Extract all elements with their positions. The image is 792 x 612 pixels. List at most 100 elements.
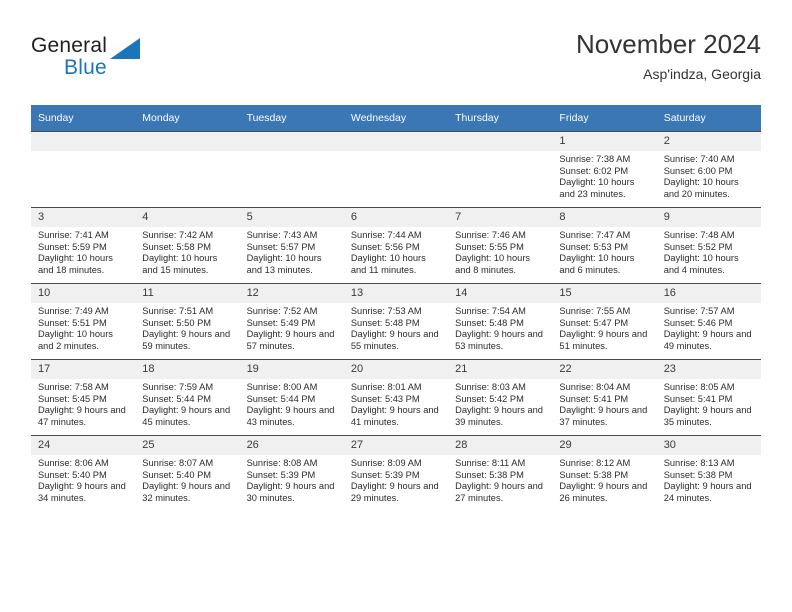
day-number: 25: [135, 436, 240, 455]
day-details: Sunrise: 7:55 AM Sunset: 5:47 PM Daylight:…: [552, 303, 656, 352]
calendar-day-cell[interactable]: 12 Sunrise: 7:52 AM Sunset: 5:49 PM Dayligh…: [239, 283, 344, 360]
calendar-day-cell[interactable]: 23 Sunrise: 8:05 AM Sunset: 5:41 PM Dayligh…: [656, 359, 761, 436]
calendar-day-cell[interactable]: 25 Sunrise: 8:07 AM Sunset: 5:40 PM Dayligh…: [135, 435, 240, 511]
calendar-day-cell[interactable]: 4 Sunrise: 7:42 AM Sunset: 5:58 PM Daylight…: [135, 207, 240, 284]
daylight-duration: Daylight: 10 hours and 18 minutes.: [38, 253, 113, 275]
sunrise-time: Sunrise: 8:09 AM: [350, 458, 422, 468]
calendar-day-cell-empty: [343, 131, 449, 208]
day-details: Sunrise: 7:43 AM Sunset: 5:57 PM Daylight:…: [240, 227, 344, 276]
sunrise-time: Sunrise: 7:54 AM: [455, 306, 526, 316]
sunrise-time: Sunrise: 7:57 AM: [663, 306, 735, 316]
calendar-week-row: 24 Sunrise: 8:06 AM Sunset: 5:40 PM Dayligh…: [31, 435, 761, 511]
sunrise-time: Sunrise: 7:42 AM: [142, 230, 214, 240]
calendar-day-cell[interactable]: 18 Sunrise: 7:59 AM Sunset: 5:44 PM Dayligh…: [135, 359, 240, 436]
sunrise-time: Sunrise: 8:00 AM: [246, 382, 318, 392]
sunset-time: Sunset: 5:39 PM: [350, 469, 420, 480]
sunrise-time: Sunrise: 7:40 AM: [663, 154, 735, 164]
sunrise-time: Sunrise: 7:44 AM: [350, 230, 422, 240]
day-number: 24: [31, 436, 136, 455]
calendar-day-cell[interactable]: 9 Sunrise: 7:48 AM Sunset: 5:52 PM Daylight…: [656, 207, 761, 284]
day-details: Sunrise: 8:03 AM Sunset: 5:42 PM Daylight:…: [448, 379, 552, 428]
calendar-day-cell[interactable]: 29 Sunrise: 8:12 AM Sunset: 5:38 PM Dayligh…: [552, 435, 657, 511]
day-number: 29: [552, 436, 657, 455]
sunset-time: Sunset: 5:50 PM: [142, 317, 212, 328]
sunrise-time: Sunrise: 8:01 AM: [350, 382, 422, 392]
sunset-time: Sunset: 5:39 PM: [246, 469, 316, 480]
calendar-day-cell[interactable]: 3 Sunrise: 7:41 AM Sunset: 5:59 PM Daylight…: [31, 207, 136, 284]
calendar-day-cell[interactable]: 30 Sunrise: 8:13 AM Sunset: 5:38 PM Dayligh…: [656, 435, 761, 511]
calendar-day-cell[interactable]: 5 Sunrise: 7:43 AM Sunset: 5:57 PM Daylight…: [239, 207, 344, 284]
calendar-day-cell[interactable]: 16 Sunrise: 7:57 AM Sunset: 5:46 PM Dayligh…: [656, 283, 761, 360]
day-number: [239, 132, 344, 151]
day-details: Sunrise: 7:53 AM Sunset: 5:48 PM Daylight:…: [344, 303, 448, 352]
calendar-day-cell[interactable]: 17 Sunrise: 7:58 AM Sunset: 5:45 PM Dayligh…: [31, 359, 136, 436]
day-details: Sunrise: 7:58 AM Sunset: 5:45 PM Daylight:…: [31, 379, 135, 428]
sunset-time: Sunset: 5:58 PM: [142, 241, 212, 252]
sunrise-time: Sunrise: 7:47 AM: [559, 230, 631, 240]
page-subtitle: Asp'indza, Georgia: [643, 66, 761, 82]
sunrise-time: Sunrise: 8:04 AM: [559, 382, 631, 392]
calendar-day-cell[interactable]: 6 Sunrise: 7:44 AM Sunset: 5:56 PM Daylight…: [343, 207, 449, 284]
day-details: Sunrise: 8:01 AM Sunset: 5:43 PM Daylight:…: [344, 379, 448, 428]
calendar-day-cell[interactable]: 14 Sunrise: 7:54 AM Sunset: 5:48 PM Dayligh…: [448, 283, 553, 360]
calendar-day-cell[interactable]: 7 Sunrise: 7:46 AM Sunset: 5:55 PM Daylight…: [448, 207, 553, 284]
triangle-icon: [110, 38, 140, 59]
day-details: Sunrise: 7:46 AM Sunset: 5:55 PM Daylight:…: [448, 227, 552, 276]
calendar-header-row: Sunday Monday Tuesday Wednesday Thursday Frid…: [31, 105, 761, 132]
day-number: [343, 132, 449, 151]
weekday-header-thursday: Thursday: [448, 105, 553, 132]
calendar-day-cell[interactable]: 13 Sunrise: 7:53 AM Sunset: 5:48 PM Dayligh…: [343, 283, 449, 360]
day-details: Sunrise: 8:05 AM Sunset: 5:41 PM Daylight:…: [657, 379, 761, 428]
sunrise-time: Sunrise: 8:12 AM: [559, 458, 631, 468]
day-number: 7: [448, 208, 553, 227]
day-number: 23: [656, 360, 761, 379]
day-number: 30: [656, 436, 761, 455]
calendar-day-cell[interactable]: 24 Sunrise: 8:06 AM Sunset: 5:40 PM Dayligh…: [31, 435, 136, 511]
calendar-day-cell[interactable]: 11 Sunrise: 7:51 AM Sunset: 5:50 PM Dayligh…: [135, 283, 240, 360]
weekday-header-sunday: Sunday: [31, 105, 136, 132]
calendar-day-cell[interactable]: 2 Sunrise: 7:40 AM Sunset: 6:00 PM Daylight…: [656, 131, 761, 208]
sunset-time: Sunset: 5:44 PM: [142, 393, 212, 404]
day-number: [31, 132, 136, 151]
day-details: Sunrise: 8:08 AM Sunset: 5:39 PM Daylight:…: [240, 455, 344, 504]
sunrise-time: Sunrise: 7:59 AM: [142, 382, 214, 392]
day-number: 22: [552, 360, 657, 379]
title-block: November 2024 Asp'indza, Georgia: [576, 28, 761, 84]
calendar-week-row: 1 Sunrise: 7:38 AM Sunset: 6:02 PM Daylight…: [31, 131, 761, 208]
page-title: November 2024: [576, 29, 761, 59]
day-details: Sunrise: 7:54 AM Sunset: 5:48 PM Daylight:…: [448, 303, 552, 352]
sunset-time: Sunset: 6:00 PM: [663, 165, 733, 176]
daylight-duration: Daylight: 10 hours and 8 minutes.: [455, 253, 531, 275]
daylight-duration: Daylight: 9 hours and 45 minutes.: [142, 405, 231, 427]
calendar-day-cell[interactable]: 8 Sunrise: 7:47 AM Sunset: 5:53 PM Daylight…: [552, 207, 657, 284]
day-details: Sunrise: 7:44 AM Sunset: 5:56 PM Daylight:…: [344, 227, 448, 276]
sunrise-time: Sunrise: 8:05 AM: [663, 382, 735, 392]
day-details: Sunrise: 8:04 AM Sunset: 5:41 PM Daylight:…: [552, 379, 656, 428]
day-number: 6: [343, 208, 449, 227]
day-number: 28: [448, 436, 553, 455]
daylight-duration: Daylight: 9 hours and 37 minutes.: [559, 405, 648, 427]
day-number: 19: [239, 360, 344, 379]
calendar-day-cell[interactable]: 21 Sunrise: 8:03 AM Sunset: 5:42 PM Dayligh…: [448, 359, 553, 436]
calendar-day-cell[interactable]: 20 Sunrise: 8:01 AM Sunset: 5:43 PM Dayligh…: [343, 359, 449, 436]
day-number: 10: [31, 284, 136, 303]
calendar-day-cell[interactable]: 19 Sunrise: 8:00 AM Sunset: 5:44 PM Dayligh…: [239, 359, 344, 436]
weekday-headers: Sunday Monday Tuesday Wednesday Thursday Frid…: [31, 105, 761, 132]
calendar-day-cell[interactable]: 15 Sunrise: 7:55 AM Sunset: 5:47 PM Dayligh…: [552, 283, 657, 360]
day-details: Sunrise: 7:47 AM Sunset: 5:53 PM Daylight:…: [552, 227, 656, 276]
weekday-header-tuesday: Tuesday: [239, 105, 344, 132]
sunset-time: Sunset: 5:51 PM: [38, 317, 107, 328]
calendar-day-cell[interactable]: 26 Sunrise: 8:08 AM Sunset: 5:39 PM Dayligh…: [239, 435, 344, 511]
sunrise-time: Sunrise: 7:52 AM: [246, 306, 318, 316]
calendar-week-row: 10 Sunrise: 7:49 AM Sunset: 5:51 PM Dayligh…: [31, 283, 761, 360]
calendar-day-cell[interactable]: 1 Sunrise: 7:38 AM Sunset: 6:02 PM Daylight…: [552, 131, 657, 208]
calendar-day-cell-empty: [448, 131, 553, 208]
day-number: 16: [656, 284, 761, 303]
calendar-day-cell[interactable]: 10 Sunrise: 7:49 AM Sunset: 5:51 PM Dayligh…: [31, 283, 136, 360]
calendar-day-cell[interactable]: 27 Sunrise: 8:09 AM Sunset: 5:39 PM Dayligh…: [343, 435, 449, 511]
sunset-time: Sunset: 5:53 PM: [559, 241, 629, 252]
sunrise-time: Sunrise: 8:08 AM: [246, 458, 318, 468]
daylight-duration: Daylight: 10 hours and 6 minutes.: [559, 253, 635, 275]
calendar-day-cell[interactable]: 28 Sunrise: 8:11 AM Sunset: 5:38 PM Dayligh…: [448, 435, 553, 511]
calendar-day-cell[interactable]: 22 Sunrise: 8:04 AM Sunset: 5:41 PM Dayligh…: [552, 359, 657, 436]
